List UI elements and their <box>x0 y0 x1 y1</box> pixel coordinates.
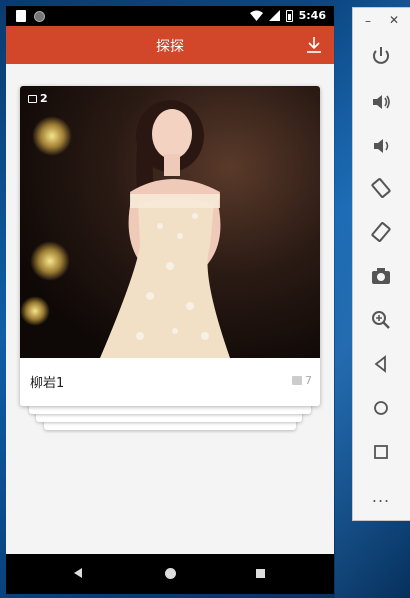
home-button[interactable] <box>165 568 176 579</box>
notification-dot-icon <box>34 10 45 22</box>
volume-up-icon <box>373 95 390 109</box>
overview-nav-button[interactable] <box>367 438 395 466</box>
more-button[interactable]: ... <box>367 482 395 510</box>
card-count: 7 <box>305 374 312 387</box>
more-icon: ... <box>371 486 391 506</box>
emulator-toolbar-header: – ✕ <box>353 8 410 34</box>
rotate-left-button[interactable] <box>367 174 395 202</box>
rotate-left-icon <box>371 178 391 198</box>
app-bar: 探探 <box>6 26 334 64</box>
recent-apps-button[interactable] <box>256 569 265 578</box>
clock: 5:46 <box>298 9 326 22</box>
back-triangle-icon <box>374 355 386 373</box>
download-icon[interactable] <box>306 36 322 54</box>
power-button[interactable] <box>367 42 395 70</box>
power-icon <box>373 47 389 64</box>
page-title: 探探 <box>156 39 184 55</box>
image-icon <box>28 94 37 103</box>
rotate-right-button[interactable] <box>367 218 395 246</box>
overview-square-icon <box>374 445 388 459</box>
card-footer: 柳岩1 7 <box>20 358 320 406</box>
background-light <box>20 296 50 326</box>
status-bar: 5:46 <box>6 6 334 26</box>
zoom-icon <box>372 311 390 329</box>
home-circle-icon <box>374 401 388 415</box>
emulator-toolbar: – ✕ ... <box>352 7 410 521</box>
profile-photo[interactable]: 2 <box>20 86 320 358</box>
background-light <box>30 241 70 281</box>
card-count-badge: 7 <box>292 374 312 387</box>
minimize-button[interactable]: – <box>365 14 371 28</box>
camera-icon <box>372 268 390 284</box>
screenshot-button[interactable] <box>367 262 395 290</box>
rotate-right-icon <box>371 222 391 242</box>
sd-card-icon <box>16 10 26 22</box>
battery-icon <box>285 9 293 22</box>
close-button[interactable]: ✕ <box>389 13 399 27</box>
volume-down-icon <box>374 139 389 153</box>
volume-down-button[interactable] <box>367 132 395 160</box>
navigation-bar <box>6 554 334 594</box>
woman-figure <box>100 100 230 358</box>
zoom-button[interactable] <box>367 306 395 334</box>
home-nav-button[interactable] <box>367 394 395 422</box>
android-phone-screen: 5:46 探探 2 柳岩1 7 <box>6 6 334 594</box>
contact-icon <box>292 376 302 385</box>
content-area: 2 柳岩1 7 <box>6 64 334 554</box>
wifi-icon <box>249 10 263 21</box>
back-button[interactable] <box>74 568 82 578</box>
profile-card[interactable]: 2 柳岩1 7 <box>20 86 320 406</box>
photo-count: 2 <box>40 92 48 105</box>
volume-up-button[interactable] <box>367 88 395 116</box>
back-nav-button[interactable] <box>367 350 395 378</box>
signal-icon <box>268 10 280 21</box>
photo-count-badge: 2 <box>28 92 48 105</box>
background-light <box>32 116 72 156</box>
card-name: 柳岩1 <box>30 376 65 391</box>
